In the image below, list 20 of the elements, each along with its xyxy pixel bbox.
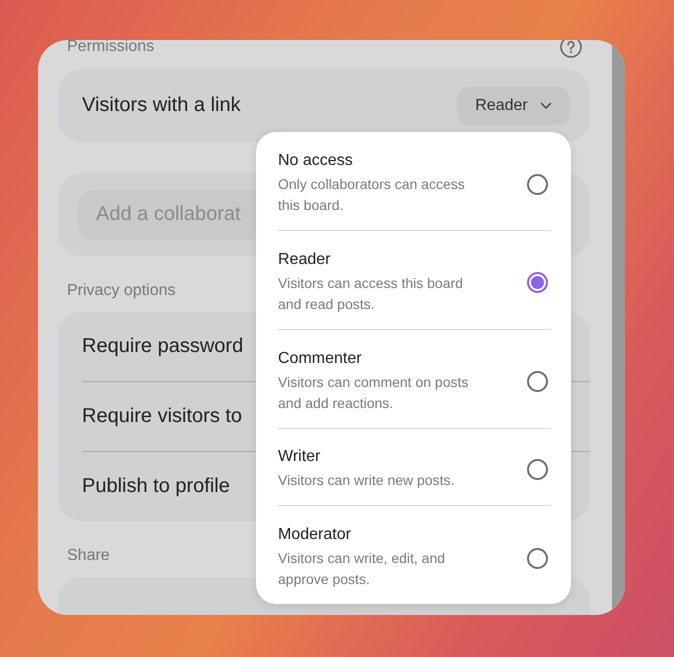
section-label: Privacy options [67, 282, 176, 300]
option-title[interactable]: Reader [278, 250, 474, 269]
radio-button[interactable] [527, 548, 548, 568]
help-icon[interactable] [560, 40, 582, 58]
option-title[interactable]: Writer [278, 448, 474, 466]
radio-button[interactable] [527, 174, 548, 194]
section-label: Share [67, 547, 110, 566]
option-title[interactable]: Commenter [278, 350, 474, 368]
option-description: Visitors can access this board and read posts. [278, 274, 464, 314]
option-description: Visitors can comment on posts and add reactions. [278, 372, 470, 412]
option-description: Visitors can write new posts. [278, 471, 456, 490]
radio-button[interactable] [527, 371, 548, 392]
link-access-label: Visitors with a link [82, 94, 241, 118]
access-dropdown[interactable]: Reader [457, 86, 570, 125]
radio-button[interactable] [527, 459, 548, 480]
option-description: Visitors can write, edit, and approve posts. [278, 549, 446, 589]
option-title[interactable]: Moderator [278, 526, 474, 544]
radio-button[interactable] [527, 272, 548, 294]
option-title[interactable]: No access [278, 152, 474, 170]
caret-icon [540, 102, 552, 110]
